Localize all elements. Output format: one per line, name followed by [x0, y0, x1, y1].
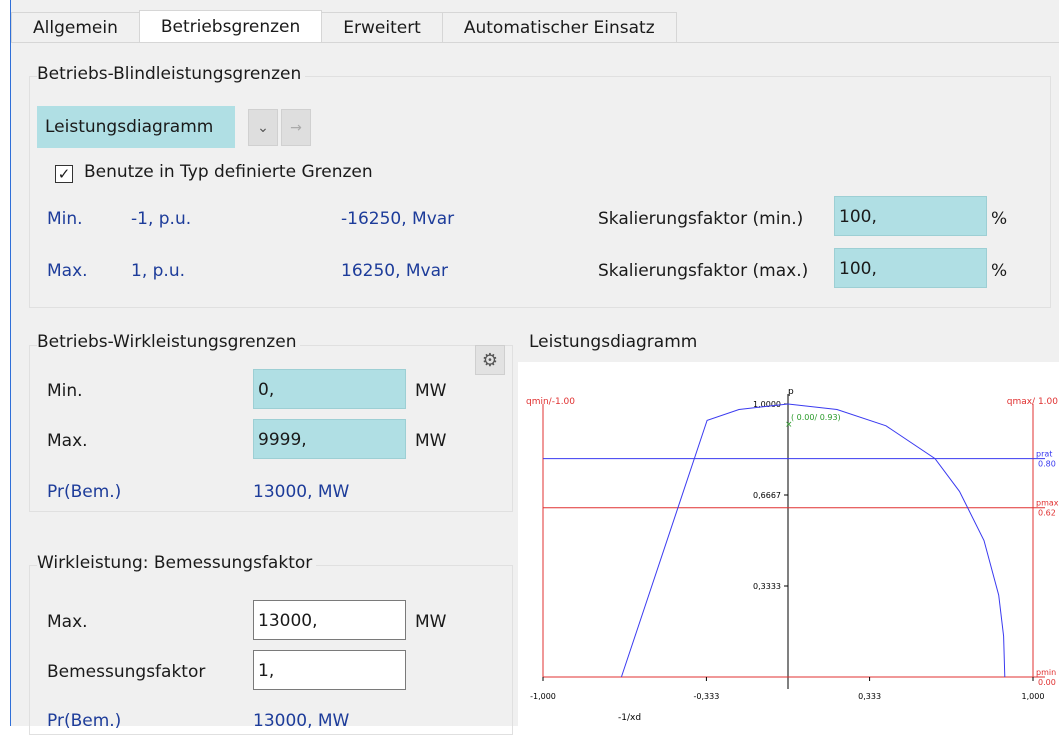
mode-select[interactable]: Leistungsdiagramm: [37, 106, 235, 148]
left-label: qmin/-1.00: [526, 397, 575, 407]
scale-min-unit: %: [991, 209, 1008, 229]
hline-value-pmin: 0.00: [1038, 678, 1056, 687]
wirk-min-unit: MW: [415, 381, 447, 401]
diagram-title: Leistungsdiagramm: [529, 332, 698, 352]
blind-max-label: Max.: [47, 261, 88, 281]
blind-max-pu: 1, p.u.: [131, 261, 185, 281]
x-tick-label-1: -0,333: [694, 692, 720, 701]
scale-max-input[interactable]: 100,: [834, 248, 987, 288]
power-diagram-chart: qmin/-1.00 qmax/ 1.00 p -1/xd prat 0.80 pm…: [518, 362, 1059, 726]
wirk-max-label: Max.: [47, 431, 88, 451]
chevron-down-icon: ⌄: [257, 119, 269, 136]
rating-factor-input[interactable]: 1,: [253, 650, 406, 690]
power-diagram-svg: qmin/-1.00 qmax/ 1.00 p -1/xd prat0.80 pm…: [526, 387, 1059, 723]
blind-min-label: Min.: [47, 209, 83, 229]
tab-bar: Allgemein Betriebsgrenzen Erweitert Auto…: [11, 10, 677, 43]
scale-min-label: Skalierungsfaktor (min.): [598, 209, 804, 229]
tab-erweitert[interactable]: Erweitert: [321, 12, 443, 42]
wirk-pr-label: Pr(Bem.): [47, 482, 122, 502]
tab-allgemein[interactable]: Allgemein: [11, 12, 140, 42]
x-axis-label: -1/xd: [618, 713, 641, 723]
gear-icon: ⚙: [481, 349, 499, 371]
rating-max-unit: MW: [415, 612, 447, 632]
wirk-max-unit: MW: [415, 431, 447, 451]
rating-pr-label: Pr(Bem.): [47, 711, 122, 731]
wirk-pr-value: 13000, MW: [253, 482, 350, 502]
right-label: qmax/ 1.00: [1007, 397, 1059, 407]
blind-min-mvar: -16250, Mvar: [341, 209, 455, 229]
rating-pr-value: 13000, MW: [253, 711, 350, 731]
use-type-limits-checkbox[interactable]: ✓: [55, 165, 73, 183]
scale-max-label: Skalierungsfaktor (max.): [598, 261, 809, 281]
rating-max-label: Max.: [47, 612, 88, 632]
chevron-down-button[interactable]: ⌄: [248, 109, 278, 146]
wirk-min-label: Min.: [47, 381, 83, 401]
tab-automatischer-einsatz[interactable]: Automatischer Einsatz: [441, 12, 677, 42]
wirk-min-input[interactable]: 0,: [253, 369, 406, 409]
tab-betriebsgrenzen[interactable]: Betriebsgrenzen: [138, 10, 323, 42]
arrow-right-button[interactable]: →: [281, 109, 311, 146]
hline-value-pmax: 0.62: [1038, 509, 1056, 518]
rating-max-input[interactable]: 13000,: [253, 600, 406, 640]
hline-label-pmax: pmax: [1036, 499, 1059, 508]
group-title-wirkleistung: Betriebs-Wirkleistungsgrenzen: [37, 332, 301, 352]
y-axis-label: p: [788, 387, 794, 397]
x-tick-label-0: -1,000: [530, 692, 556, 701]
hline-value-prat: 0.80: [1038, 460, 1056, 469]
rating-factor-label: Bemessungsfaktor: [47, 662, 206, 682]
capability-curve: [620, 403, 1006, 678]
tab-divider: [11, 42, 1059, 43]
y-tick-label-1: 0,6667: [753, 491, 781, 500]
hline-label-prat: prat: [1036, 450, 1052, 459]
y-tick-label-2: 0,3333: [753, 582, 781, 591]
blind-min-pu: -1, p.u.: [131, 209, 192, 229]
wirk-max-input[interactable]: 9999,: [253, 419, 406, 459]
check-icon: ✓: [57, 164, 71, 183]
scale-min-input[interactable]: 100,: [834, 196, 987, 236]
scale-max-unit: %: [991, 261, 1008, 281]
use-type-limits-label: Benutze in Typ definierte Grenzen: [84, 162, 373, 182]
arrow-right-icon: →: [290, 119, 302, 136]
settings-button[interactable]: ⚙: [475, 345, 505, 375]
group-title-bemessungsfaktor: Wirkleistung: Bemessungsfaktor: [37, 553, 317, 573]
operating-point-label: ( 0.00/ 0.93): [791, 413, 841, 422]
hline-label-pmin: pmin: [1036, 668, 1056, 677]
x-tick-label-2: 0,333: [858, 692, 881, 701]
blind-max-mvar: 16250, Mvar: [341, 261, 449, 281]
group-title-blindleistung: Betriebs-Blindleistungsgrenzen: [37, 64, 306, 84]
x-tick-label-3: 1,000: [1022, 692, 1045, 701]
